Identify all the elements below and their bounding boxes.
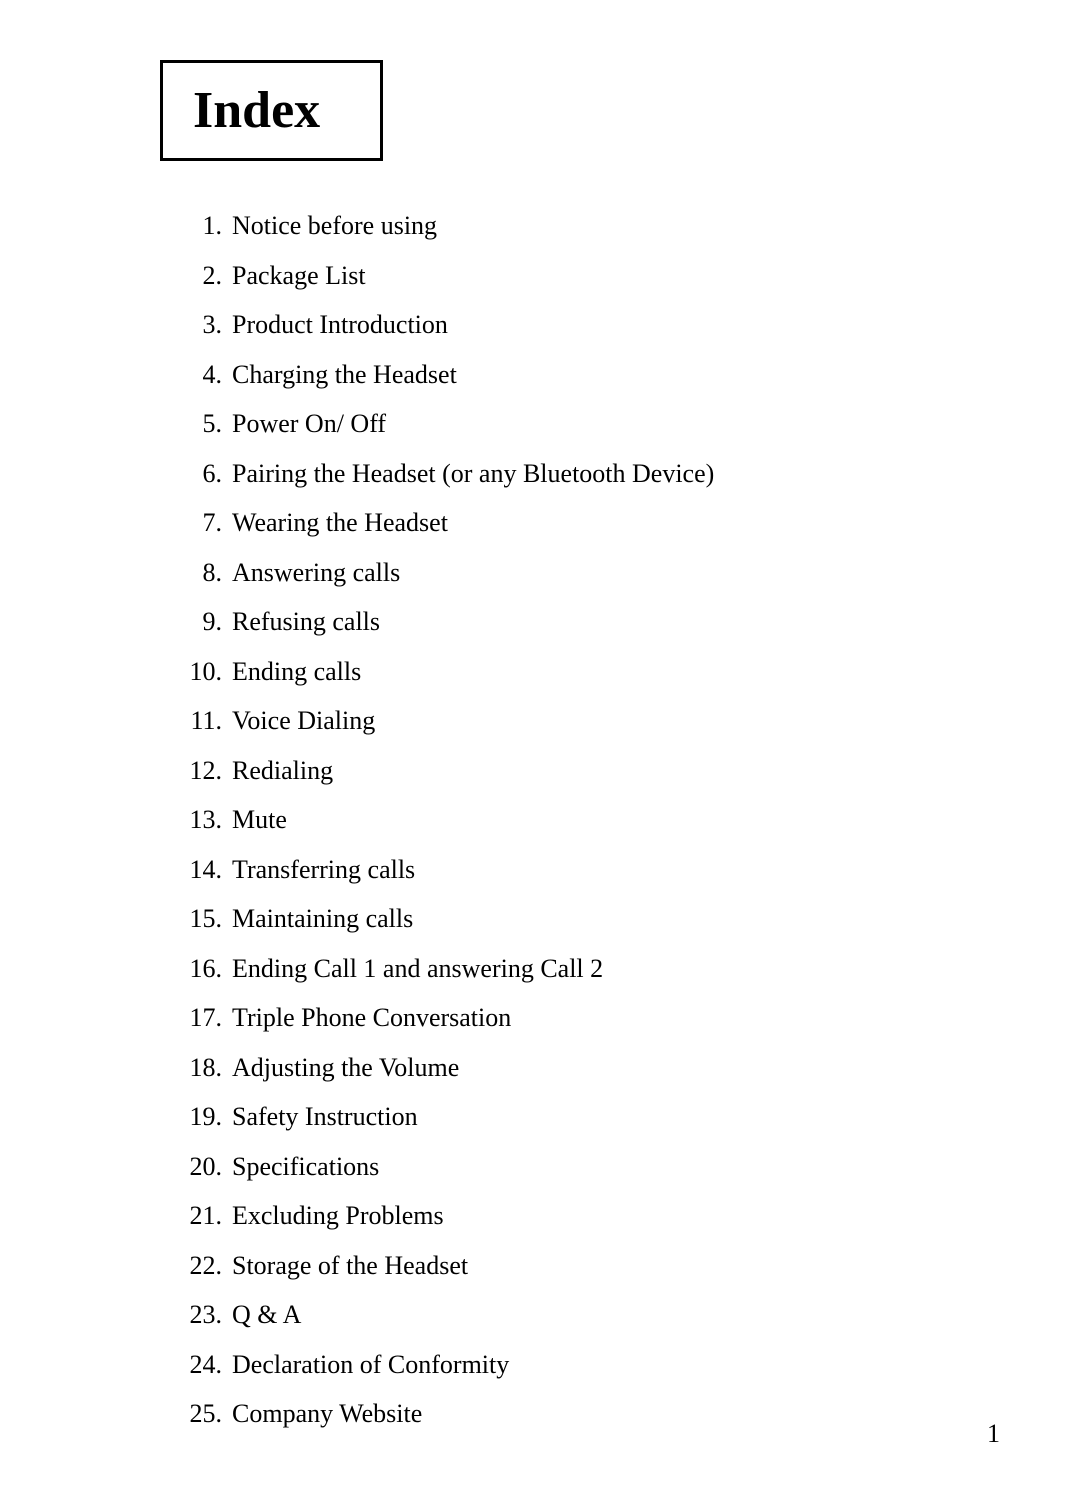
list-item: 7. Wearing the Headset <box>180 498 1000 548</box>
item-label: Q & A <box>232 1300 301 1329</box>
list-item: 23. Q & A <box>180 1290 1000 1340</box>
list-item: 25. Company Website <box>180 1389 1000 1439</box>
item-label: Transferring calls <box>232 855 415 884</box>
item-label: Storage of the Headset <box>232 1251 468 1280</box>
item-number: 4. <box>180 352 222 398</box>
item-number: 10. <box>180 649 222 695</box>
item-label: Product Introduction <box>232 310 448 339</box>
item-number: 23. <box>180 1292 222 1338</box>
list-item: 2. Package List <box>180 251 1000 301</box>
item-label: Notice before using <box>232 211 437 240</box>
item-label: Charging the Headset <box>232 360 457 389</box>
item-label: Triple Phone Conversation <box>232 1003 511 1032</box>
item-number: 22. <box>180 1243 222 1289</box>
item-label: Maintaining calls <box>232 904 413 933</box>
item-label: Package List <box>232 261 366 290</box>
list-item: 11. Voice Dialing <box>180 696 1000 746</box>
list-item: 19. Safety Instruction <box>180 1092 1000 1142</box>
item-number: 6. <box>180 451 222 497</box>
list-item: 17. Triple Phone Conversation <box>180 993 1000 1043</box>
item-number: 15. <box>180 896 222 942</box>
page-container: Index 1. Notice before using 2. Package Lis… <box>120 60 1000 1439</box>
item-label: Declaration of Conformity <box>232 1350 509 1379</box>
title-box: Index <box>160 60 383 161</box>
list-item: 8. Answering calls <box>180 548 1000 598</box>
item-number: 21. <box>180 1193 222 1239</box>
item-number: 2. <box>180 253 222 299</box>
item-number: 13. <box>180 797 222 843</box>
list-item: 3. Product Introduction <box>180 300 1000 350</box>
list-item: 14. Transferring calls <box>180 845 1000 895</box>
list-item: 9. Refusing calls <box>180 597 1000 647</box>
item-number: 24. <box>180 1342 222 1388</box>
item-label: Refusing calls <box>232 607 380 636</box>
item-label: Specifications <box>232 1152 379 1181</box>
list-item: 1. Notice before using <box>180 201 1000 251</box>
page-number: 1 <box>987 1419 1000 1449</box>
item-number: 12. <box>180 748 222 794</box>
item-number: 3. <box>180 302 222 348</box>
item-label: Adjusting the Volume <box>232 1053 459 1082</box>
list-item: 16. Ending Call 1 and answering Call 2 <box>180 944 1000 994</box>
item-label: Safety Instruction <box>232 1102 418 1131</box>
list-item: 12. Redialing <box>180 746 1000 796</box>
item-number: 11. <box>180 698 222 744</box>
index-list: 1. Notice before using 2. Package List 3. Pro… <box>180 201 1000 1439</box>
item-number: 19. <box>180 1094 222 1140</box>
item-number: 16. <box>180 946 222 992</box>
item-label: Answering calls <box>232 558 400 587</box>
item-number: 5. <box>180 401 222 447</box>
list-item: 24. Declaration of Conformity <box>180 1340 1000 1390</box>
item-number: 14. <box>180 847 222 893</box>
item-label: Company Website <box>232 1399 422 1428</box>
list-item: 20. Specifications <box>180 1142 1000 1192</box>
list-item: 18. Adjusting the Volume <box>180 1043 1000 1093</box>
list-item: 13. Mute <box>180 795 1000 845</box>
item-number: 1. <box>180 203 222 249</box>
item-label: Power On/ Off <box>232 409 386 438</box>
item-label: Pairing the Headset (or any Bluetooth De… <box>232 459 714 488</box>
item-number: 20. <box>180 1144 222 1190</box>
list-item: 10. Ending calls <box>180 647 1000 697</box>
list-item: 4. Charging the Headset <box>180 350 1000 400</box>
list-item: 21. Excluding Problems <box>180 1191 1000 1241</box>
item-number: 25. <box>180 1391 222 1437</box>
item-number: 17. <box>180 995 222 1041</box>
item-label: Ending Call 1 and answering Call 2 <box>232 954 603 983</box>
item-number: 9. <box>180 599 222 645</box>
item-label: Mute <box>232 805 287 834</box>
list-item: 15. Maintaining calls <box>180 894 1000 944</box>
list-item: 6. Pairing the Headset (or any Bluetooth … <box>180 449 1000 499</box>
item-number: 18. <box>180 1045 222 1091</box>
item-label: Ending calls <box>232 657 361 686</box>
item-label: Wearing the Headset <box>232 508 448 537</box>
list-item: 5. Power On/ Off <box>180 399 1000 449</box>
item-label: Voice Dialing <box>232 706 375 735</box>
item-label: Redialing <box>232 756 333 785</box>
item-number: 8. <box>180 550 222 596</box>
list-item: 22. Storage of the Headset <box>180 1241 1000 1291</box>
page-title: Index <box>193 81 320 140</box>
item-label: Excluding Problems <box>232 1201 444 1230</box>
item-number: 7. <box>180 500 222 546</box>
